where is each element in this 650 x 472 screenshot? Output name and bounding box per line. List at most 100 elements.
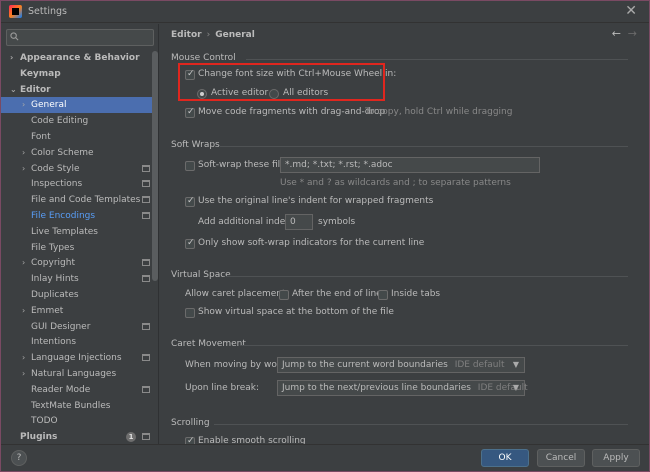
sidebar-item-color-scheme[interactable]: › Color Scheme — [1, 145, 158, 161]
use-original-indent-checkbox[interactable] — [185, 196, 195, 207]
sidebar-item-label: Inspections — [31, 179, 83, 189]
add-indent-input[interactable]: 0 — [285, 214, 313, 230]
sidebar-item-intentions[interactable]: Intentions — [1, 334, 158, 350]
sidebar-item-natural-languages[interactable]: › Natural Languages — [1, 366, 158, 382]
smooth-scrolling-checkbox[interactable] — [185, 436, 195, 444]
search-input[interactable] — [6, 29, 154, 46]
show-indicators-checkbox[interactable] — [185, 238, 195, 249]
chevron-right-icon[interactable]: › — [22, 366, 25, 382]
project-scope-icon — [142, 180, 150, 187]
chevron-right-icon[interactable]: › — [22, 350, 25, 366]
apply-button[interactable]: Apply — [592, 449, 640, 467]
all-editors-label: All editors — [283, 88, 329, 98]
project-scope-icon — [142, 354, 150, 361]
breadcrumb-parent[interactable]: Editor — [171, 30, 202, 40]
chevron-down-icon: ▼ — [512, 360, 519, 369]
moving-by-words-default: IDE default — [454, 360, 505, 370]
after-end-checkbox[interactable] — [279, 290, 289, 300]
settings-content: Editor › General ← → Mouse Control Change … — [160, 24, 649, 444]
sidebar-item-label: Plugins — [20, 432, 58, 442]
project-scope-icon — [142, 275, 150, 282]
sidebar-item-label: GUI Designer — [31, 322, 91, 332]
change-font-size-checkbox[interactable] — [185, 69, 195, 80]
sidebar-item-font[interactable]: Font — [1, 129, 158, 145]
sidebar-item-keymap[interactable]: Keymap — [1, 66, 158, 82]
soft-wrap-files-input[interactable]: *.md; *.txt; *.rst; *.adoc — [280, 157, 540, 173]
moving-by-words-value: Jump to the current word boundaries — [282, 360, 448, 370]
sidebar-item-code-editing[interactable]: Code Editing — [1, 113, 158, 129]
upon-line-break-select[interactable]: Jump to the next/previous line boundarie… — [277, 380, 528, 396]
sidebar-item-label: Color Scheme — [31, 148, 94, 158]
active-editor-radio[interactable] — [197, 89, 207, 99]
sidebar-item-file-types[interactable]: File Types — [1, 240, 158, 256]
sidebar-item-language-injections[interactable]: › Language Injections — [1, 350, 158, 366]
sidebar-item-todo[interactable]: TODO — [1, 413, 158, 429]
content-scrollbar[interactable] — [641, 24, 647, 444]
sidebar-item-reader-mode[interactable]: Reader Mode — [1, 382, 158, 398]
dialog-footer: ? OK Cancel Apply — [1, 444, 649, 471]
chevron-down-icon: ▼ — [512, 383, 519, 392]
chevron-right-icon[interactable]: › — [10, 50, 13, 66]
chevron-right-icon[interactable]: › — [22, 145, 25, 161]
moving-by-words-select[interactable]: Jump to the current word boundaries IDE … — [277, 357, 525, 373]
sidebar-item-label: Font — [31, 132, 51, 142]
chevron-right-icon[interactable]: › — [22, 97, 25, 113]
active-editor-label: Active editor — [211, 88, 269, 98]
sidebar-item-inlay-hints[interactable]: Inlay Hints — [1, 271, 158, 287]
sidebar-item-inspections[interactable]: Inspections — [1, 176, 158, 192]
sidebar-item-label: File and Code Templates — [31, 195, 141, 205]
upon-line-break-default: IDE default — [477, 383, 528, 393]
all-editors-radio[interactable] — [269, 89, 279, 99]
sidebar-item-editor[interactable]: ⌄ Editor — [1, 82, 158, 98]
sidebar-item-plugins[interactable]: Plugins 1 — [1, 429, 158, 444]
project-scope-icon — [142, 212, 150, 219]
sidebar-item-label: Duplicates — [31, 290, 79, 300]
sidebar-item-file-encodings[interactable]: File Encodings — [1, 208, 158, 224]
ok-button[interactable]: OK — [481, 449, 529, 467]
chevron-right-icon[interactable]: › — [22, 303, 25, 319]
symbols-label: symbols — [318, 217, 356, 227]
upon-line-break-value: Jump to the next/previous line boundarie… — [282, 383, 471, 393]
project-scope-icon — [142, 323, 150, 330]
sidebar-item-duplicates[interactable]: Duplicates — [1, 287, 158, 303]
allow-caret-label: Allow caret placement: — [185, 289, 289, 299]
inside-tabs-checkbox[interactable] — [378, 290, 388, 300]
sidebar-item-label: Intentions — [31, 337, 77, 347]
inside-tabs-label: Inside tabs — [391, 289, 441, 299]
sidebar-item-general[interactable]: › General — [1, 97, 158, 113]
chevron-right-icon[interactable]: › — [22, 255, 25, 271]
move-fragments-checkbox[interactable] — [185, 107, 195, 118]
settings-window: Settings ✕ › Appearance & Behavior Keymap ⌄… — [0, 0, 650, 472]
sidebar-item-label: File Encodings — [31, 211, 96, 221]
cancel-button[interactable]: Cancel — [537, 449, 585, 467]
sidebar-item-textmate-bundles[interactable]: TextMate Bundles — [1, 398, 158, 414]
forward-arrow-icon[interactable]: → — [628, 27, 637, 40]
sidebar-item-label: Reader Mode — [31, 385, 91, 395]
section-divider — [246, 59, 628, 60]
sidebar-item-live-templates[interactable]: Live Templates — [1, 224, 158, 240]
sidebar-item-label: Keymap — [20, 69, 61, 79]
move-fragments-hint: To copy, hold Ctrl while dragging — [365, 107, 513, 117]
intellij-logo-icon — [9, 5, 22, 18]
chevron-right-icon[interactable]: › — [22, 161, 25, 177]
help-button[interactable]: ? — [11, 450, 27, 466]
sidebar-item-appearance-behavior[interactable]: › Appearance & Behavior — [1, 50, 158, 66]
back-arrow-icon[interactable]: ← — [612, 27, 621, 40]
sidebar-item-label: Inlay Hints — [31, 274, 79, 284]
sidebar-item-label: Code Style — [31, 164, 80, 174]
smooth-scrolling-label: Enable smooth scrolling — [198, 436, 306, 444]
sidebar-item-copyright[interactable]: › Copyright — [1, 255, 158, 271]
sidebar-scrollbar[interactable] — [152, 51, 158, 281]
soft-wrap-files-checkbox[interactable] — [185, 161, 195, 171]
sidebar-item-file-and-code-templates[interactable]: File and Code Templates — [1, 192, 158, 208]
sidebar-item-gui-designer[interactable]: GUI Designer — [1, 319, 158, 335]
after-end-label: After the end of line — [292, 289, 382, 299]
close-icon[interactable]: ✕ — [625, 3, 637, 19]
sidebar-item-label: Natural Languages — [31, 369, 117, 379]
section-title-scrolling: Scrolling — [171, 418, 210, 428]
section-divider — [226, 276, 628, 277]
chevron-down-icon[interactable]: ⌄ — [10, 82, 17, 98]
show-virtual-space-checkbox[interactable] — [185, 308, 195, 318]
sidebar-item-code-style[interactable]: › Code Style — [1, 161, 158, 177]
sidebar-item-emmet[interactable]: › Emmet — [1, 303, 158, 319]
